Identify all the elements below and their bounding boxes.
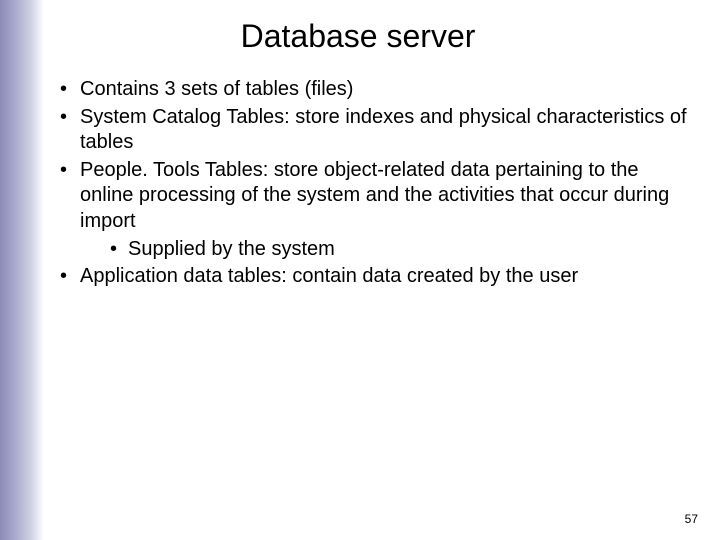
bullet-text: System Catalog Tables: store indexes and… (80, 106, 687, 154)
bullet-text: Application data tables: contain data cr… (80, 265, 578, 287)
slide-content: Database server Contains 3 sets of table… (0, 0, 720, 540)
bullet-text: Contains 3 sets of tables (files) (80, 78, 353, 100)
bullet-list: Contains 3 sets of tables (files) System… (46, 77, 690, 290)
page-number: 57 (685, 512, 698, 526)
bullet-item: Contains 3 sets of tables (files) (58, 77, 690, 103)
slide-title: Database server (26, 18, 690, 55)
bullet-item: System Catalog Tables: store indexes and… (58, 105, 690, 156)
bullet-item: Application data tables: contain data cr… (58, 264, 690, 290)
bullet-item: People. Tools Tables: store object-relat… (58, 158, 690, 262)
sub-bullet-item: Supplied by the system (108, 237, 690, 263)
sub-bullet-text: Supplied by the system (128, 238, 335, 260)
sub-bullet-list: Supplied by the system (80, 237, 690, 263)
bullet-text: People. Tools Tables: store object-relat… (80, 159, 669, 232)
